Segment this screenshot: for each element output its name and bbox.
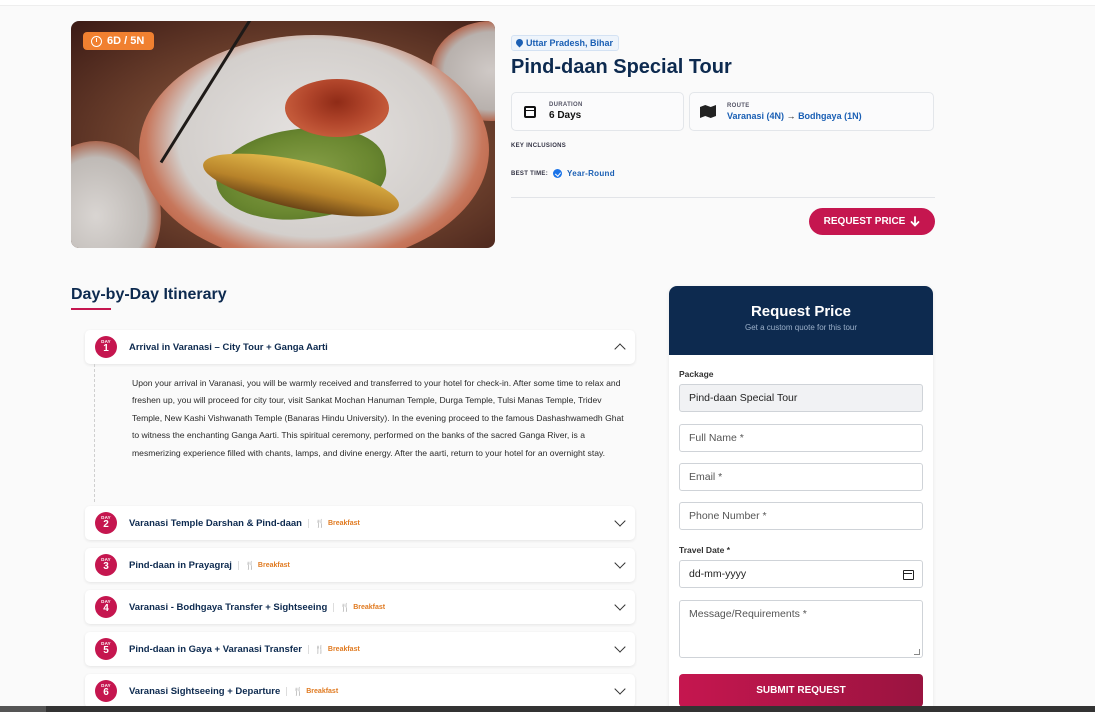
chevron-down-icon xyxy=(614,599,626,611)
form-header: Request Price Get a custom quote for thi… xyxy=(669,286,933,355)
day-6-header[interactable]: DAY 6 Varanasi Sightseeing + Departure 🍴… xyxy=(85,674,635,708)
location-tag: Uttar Pradesh, Bihar xyxy=(511,35,620,51)
message-textarea[interactable]: Message/Requirements * xyxy=(679,600,923,658)
calendar-icon xyxy=(520,102,540,122)
day-title: Pind-daan in Prayagraj xyxy=(129,559,232,571)
day-badge: DAY 4 xyxy=(95,596,117,618)
day-badge: DAY 6 xyxy=(95,680,117,702)
request-price-button[interactable]: REQUEST PRICE xyxy=(809,208,935,235)
chevron-down-icon xyxy=(614,515,626,527)
meal-tag: 🍴 Breakfast xyxy=(308,518,360,528)
calendar-picker-icon[interactable] xyxy=(903,570,914,580)
bottom-scrollbar[interactable] xyxy=(0,706,1095,712)
meal-tag: 🍴 Breakfast xyxy=(333,602,385,612)
travel-date-input[interactable]: dd-mm-yyyy xyxy=(679,560,923,588)
chevron-down-icon xyxy=(614,683,626,695)
cutlery-icon: 🍴 xyxy=(293,686,304,696)
top-bar xyxy=(0,0,1095,6)
submit-request-button[interactable]: SUBMIT REQUEST xyxy=(679,674,923,707)
map-icon xyxy=(698,102,718,122)
best-time: BEST TIME: Year-Round xyxy=(511,169,615,178)
day-title: Varanasi - Bodhgaya Transfer + Sightseei… xyxy=(129,601,328,613)
title-underline xyxy=(71,308,111,310)
cutlery-icon: 🍴 xyxy=(314,644,325,654)
day-badge: DAY 1 xyxy=(95,336,117,358)
chevron-up-icon xyxy=(614,343,626,355)
tour-title: Pind-daan Special Tour xyxy=(511,56,732,78)
meal-tag: 🍴 Breakfast xyxy=(237,560,290,570)
day-badge: DAY 5 xyxy=(95,638,117,660)
day-badge: DAY 3 xyxy=(95,554,117,576)
location-pin-icon xyxy=(516,39,523,48)
day-badge: DAY 2 xyxy=(95,512,117,534)
divider xyxy=(511,197,935,198)
chevron-down-icon xyxy=(614,557,626,569)
day-title: Pind-daan in Gaya + Varanasi Transfer xyxy=(129,643,302,655)
day-title: Varanasi Sightseeing + Departure xyxy=(129,685,281,697)
duration-badge: 6D / 5N xyxy=(83,32,155,50)
day-2-header[interactable]: DAY 2 Varanasi Temple Darshan & Pind-daa… xyxy=(85,506,635,540)
day-5-header[interactable]: DAY 5 Pind-daan in Gaya + Varanasi Trans… xyxy=(85,632,635,666)
phone-input[interactable]: Phone Number * xyxy=(679,502,923,530)
check-circle-icon xyxy=(553,169,562,178)
day-1-details: Upon your arrival in Varanasi, you will … xyxy=(94,364,635,502)
package-field[interactable]: Pind-daan Special Tour xyxy=(679,384,923,412)
meal-tag: 🍴 Breakfast xyxy=(286,686,338,696)
package-label: Package xyxy=(679,369,714,379)
chevron-down-icon xyxy=(614,641,626,653)
day-1-header[interactable]: DAY 1 Arrival in Varanasi – City Tour + … xyxy=(85,330,635,364)
meal-tag: 🍴 Breakfast xyxy=(307,644,360,654)
resize-handle[interactable] xyxy=(914,649,920,655)
route-value: Varanasi (4N) → Bodhgaya (1N) xyxy=(727,110,862,121)
route-box: ROUTE Varanasi (4N) → Bodhgaya (1N) xyxy=(689,92,934,131)
request-price-card: Request Price Get a custom quote for thi… xyxy=(669,286,933,712)
cutlery-icon: 🍴 xyxy=(340,602,351,612)
day-title: Varanasi Temple Darshan & Pind-daan xyxy=(129,517,302,529)
clock-icon xyxy=(91,35,102,47)
key-inclusions-label: KEY INCLUSIONS xyxy=(511,143,567,149)
travel-date-label: Travel Date * xyxy=(679,545,731,555)
duration-box: DURATION 6 Days xyxy=(511,92,684,131)
itinerary-title: Day-by-Day Itinerary xyxy=(71,286,227,303)
tour-hero-image: 6D / 5N xyxy=(71,21,495,248)
arrow-down-icon xyxy=(910,216,920,227)
day-3-header[interactable]: DAY 3 Pind-daan in Prayagraj 🍴 Breakfast xyxy=(85,548,635,582)
day-title: Arrival in Varanasi – City Tour + Ganga … xyxy=(129,341,328,353)
email-input[interactable]: Email * xyxy=(679,463,923,491)
day-4-header[interactable]: DAY 4 Varanasi - Bodhgaya Transfer + Sig… xyxy=(85,590,635,624)
cutlery-icon: 🍴 xyxy=(244,560,255,570)
full-name-input[interactable]: Full Name * xyxy=(679,424,923,452)
cutlery-icon: 🍴 xyxy=(315,518,325,528)
